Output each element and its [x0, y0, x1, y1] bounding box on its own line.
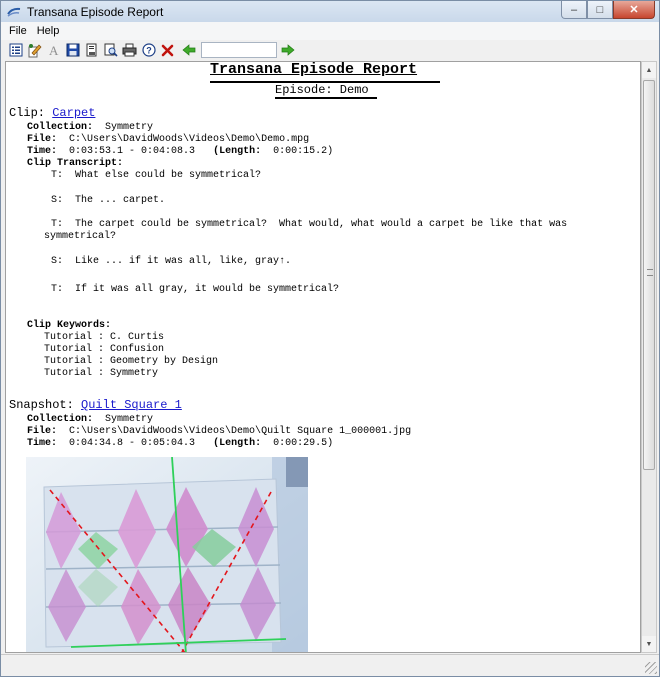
- snapshot-image[interactable]: [26, 457, 308, 652]
- transcript-line: S: The ... carpet.: [51, 195, 166, 206]
- clip-link[interactable]: Carpet: [52, 106, 95, 120]
- snapshot-file: File: C:\Users\DavidWoods\Videos\Demo\Qu…: [27, 426, 411, 438]
- snapshot-label: Snapshot:: [9, 398, 74, 412]
- clip-transcript-label: Clip Transcript:: [27, 158, 124, 169]
- page-setup-button[interactable]: [83, 42, 100, 58]
- snapshot-link[interactable]: Quilt Square 1: [81, 398, 182, 412]
- clip-file: File: C:\Users\DavidWoods\Videos\Demo\De…: [27, 134, 309, 146]
- clip-file-label: File:: [27, 134, 58, 145]
- transana-app-icon: [7, 7, 21, 17]
- clip-file-value: C:\Users\DavidWoods\Videos\Demo\Demo.mpg: [69, 134, 310, 145]
- clip-label: Clip:: [9, 106, 46, 120]
- snapshot-length-value: 0:00:29.5): [273, 438, 334, 449]
- maximize-button[interactable]: □: [587, 1, 613, 19]
- snapshot-time-value: 0:04:34.8 - 0:05:04.3: [69, 438, 196, 449]
- page-setup-icon: [86, 43, 96, 57]
- menu-bar: File Help: [1, 22, 659, 40]
- clip-collection-value: Symmetry: [105, 122, 154, 133]
- subtitle-rule: [275, 97, 377, 99]
- scroll-up-button[interactable]: ▲: [642, 62, 656, 78]
- snapshot-collection-value: Symmetry: [105, 414, 154, 425]
- minimize-button[interactable]: –: [561, 1, 587, 19]
- report-viewer[interactable]: Transana Episode Report Episode: Demo Cl…: [5, 61, 641, 653]
- report-title: Transana Episode Report: [210, 61, 418, 78]
- keyword-item: Tutorial : C. Curtis: [44, 332, 165, 343]
- quilt-square-picture: [26, 457, 308, 652]
- pencil-doc-icon: [28, 43, 42, 57]
- font-icon: A: [49, 43, 59, 57]
- keyword-item: Tutorial : Geometry by Design: [44, 356, 219, 367]
- snapshot-heading: Snapshot: Quilt Square 1: [9, 399, 182, 411]
- keyword-item: Tutorial : Symmetry: [44, 368, 159, 379]
- resize-grip[interactable]: [645, 662, 657, 674]
- report-subtitle: Episode: Demo: [275, 83, 369, 97]
- search-back-button[interactable]: [180, 42, 197, 58]
- toolbar: A ?: [1, 40, 659, 60]
- clip-length-value: 0:00:15.2): [273, 146, 334, 157]
- scroll-down-button[interactable]: ▼: [642, 636, 656, 652]
- transcript-line: T: If it was all gray, it would be symme…: [51, 284, 340, 295]
- snapshot-time-label: Time:: [27, 438, 58, 449]
- floppy-disk-icon: [66, 43, 79, 57]
- clip-keywords-label: Clip Keywords:: [27, 320, 112, 331]
- main-window: Transana Episode Report – □ ✕ File Help: [0, 0, 660, 677]
- clip-length-label: (Length:: [213, 146, 262, 157]
- arrow-left-icon: [181, 44, 195, 56]
- font-button[interactable]: A: [45, 42, 62, 58]
- snapshot-length-label: (Length:: [213, 438, 262, 449]
- list-icon: [9, 43, 22, 57]
- window-title: Transana Episode Report: [27, 4, 164, 19]
- svg-text:?: ?: [146, 46, 152, 56]
- snapshot-collection: Collection: Symmetry: [27, 414, 153, 426]
- menu-file[interactable]: File: [9, 25, 27, 37]
- clip-time-label: Time:: [27, 146, 58, 157]
- snapshot-collection-label: Collection:: [27, 414, 94, 425]
- scroll-thumb[interactable]: [643, 80, 655, 470]
- clip-heading: Clip: Carpet: [9, 107, 95, 119]
- snapshot-file-label: File:: [27, 426, 58, 437]
- edit-report-button[interactable]: [26, 42, 43, 58]
- status-bar: [1, 654, 659, 676]
- transcript-line: S: Like ... if it was all, like, gray↑.: [51, 256, 292, 267]
- close-window-button[interactable]: ✕: [613, 1, 655, 19]
- vertical-scrollbar[interactable]: ▲ ▼: [641, 61, 657, 653]
- title-bar[interactable]: Transana Episode Report – □ ✕: [1, 1, 659, 22]
- printer-icon: [122, 43, 137, 57]
- snapshot-file-value: C:\Users\DavidWoods\Videos\Demo\Quilt Sq…: [69, 426, 412, 437]
- transcript-line: T: The carpet could be symmetrical? What…: [51, 219, 568, 230]
- clip-time: Time: 0:03:53.1 - 0:04:08.3 (Length: 0:0…: [27, 146, 333, 158]
- help-button[interactable]: ?: [140, 42, 157, 58]
- filter-report-button[interactable]: [7, 42, 24, 58]
- print-preview-icon: [104, 43, 118, 57]
- print-button[interactable]: [121, 42, 138, 58]
- save-button[interactable]: [64, 42, 81, 58]
- close-x-icon: [161, 44, 174, 56]
- transcript-line: T: What else could be symmetrical?: [51, 170, 262, 181]
- svg-text:A: A: [49, 43, 59, 57]
- exit-button[interactable]: [159, 42, 176, 58]
- search-input[interactable]: [201, 42, 277, 58]
- transcript-line-continued: symmetrical?: [44, 231, 117, 242]
- scroll-grip-icon: [647, 269, 653, 276]
- search-forward-button[interactable]: [279, 42, 296, 58]
- clip-collection: Collection: Symmetry: [27, 122, 153, 134]
- keyword-item: Tutorial : Confusion: [44, 344, 165, 355]
- menu-help[interactable]: Help: [37, 25, 60, 37]
- help-icon: ?: [141, 43, 156, 57]
- snapshot-time: Time: 0:04:34.8 - 0:05:04.3 (Length: 0:0…: [27, 438, 333, 450]
- clip-time-value: 0:03:53.1 - 0:04:08.3: [69, 146, 196, 157]
- print-preview-button[interactable]: [102, 42, 119, 58]
- arrow-right-icon: [281, 44, 295, 56]
- clip-collection-label: Collection:: [27, 122, 94, 133]
